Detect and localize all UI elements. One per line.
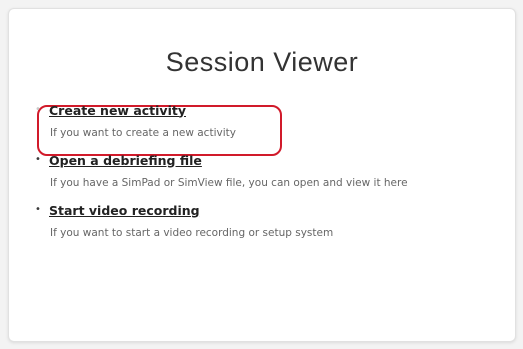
bullet-icon: • [35,204,41,215]
activity-description: If you want to start a video recording o… [50,227,334,239]
activity-description: If you want to create a new activity [50,127,236,139]
page-title: Session Viewer [165,47,359,77]
activity-list: • Create new activity If you want to cre… [35,99,495,249]
session-viewer-panel: Session Viewer • Create new activity If … [8,8,516,342]
open-debriefing-file-link[interactable]: Open a debriefing file [49,153,202,168]
start-video-recording-link[interactable]: Start video recording [49,203,200,218]
activity-item-create: • Create new activity If you want to cre… [35,99,495,149]
activity-description: If you have a SimPad or SimView file, yo… [50,177,408,189]
create-new-activity-link[interactable]: Create new activity [49,103,186,118]
activity-item-open-debriefing: • Open a debriefing file If you have a S… [35,149,495,199]
bullet-icon: • [35,154,41,165]
bullet-icon: • [35,104,41,115]
activity-item-start-recording: • Start video recording If you want to s… [35,199,495,249]
